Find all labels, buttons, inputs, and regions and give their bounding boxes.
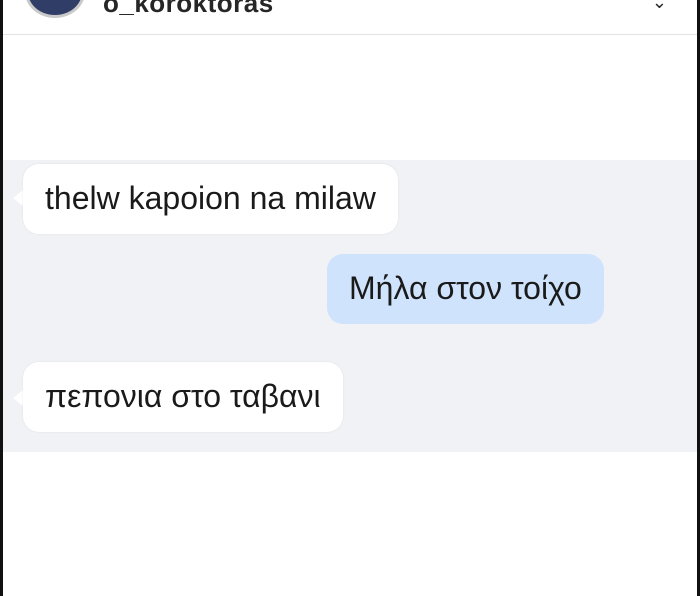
incoming-message-bubble: πεπονια στο ταβανι (23, 362, 343, 432)
profile-header: o_koroktoras ⌄ (3, 0, 697, 35)
outgoing-message-bubble: Μήλα στον τοίχο (327, 254, 604, 324)
chat-conversation: thelw kapoion na milaw Μήλα στον τοίχο π… (3, 160, 697, 452)
chevron-down-icon[interactable]: ⌄ (652, 0, 667, 13)
avatar[interactable] (25, 0, 85, 18)
incoming-message-bubble: thelw kapoion na milaw (23, 164, 398, 234)
profile-username[interactable]: o_koroktoras (103, 0, 274, 19)
screenshot-frame: o_koroktoras ⌄ thelw kapoion na milaw Μή… (0, 0, 700, 596)
incoming-bubble-tail (13, 190, 23, 206)
incoming-bubble-tail (13, 390, 23, 406)
